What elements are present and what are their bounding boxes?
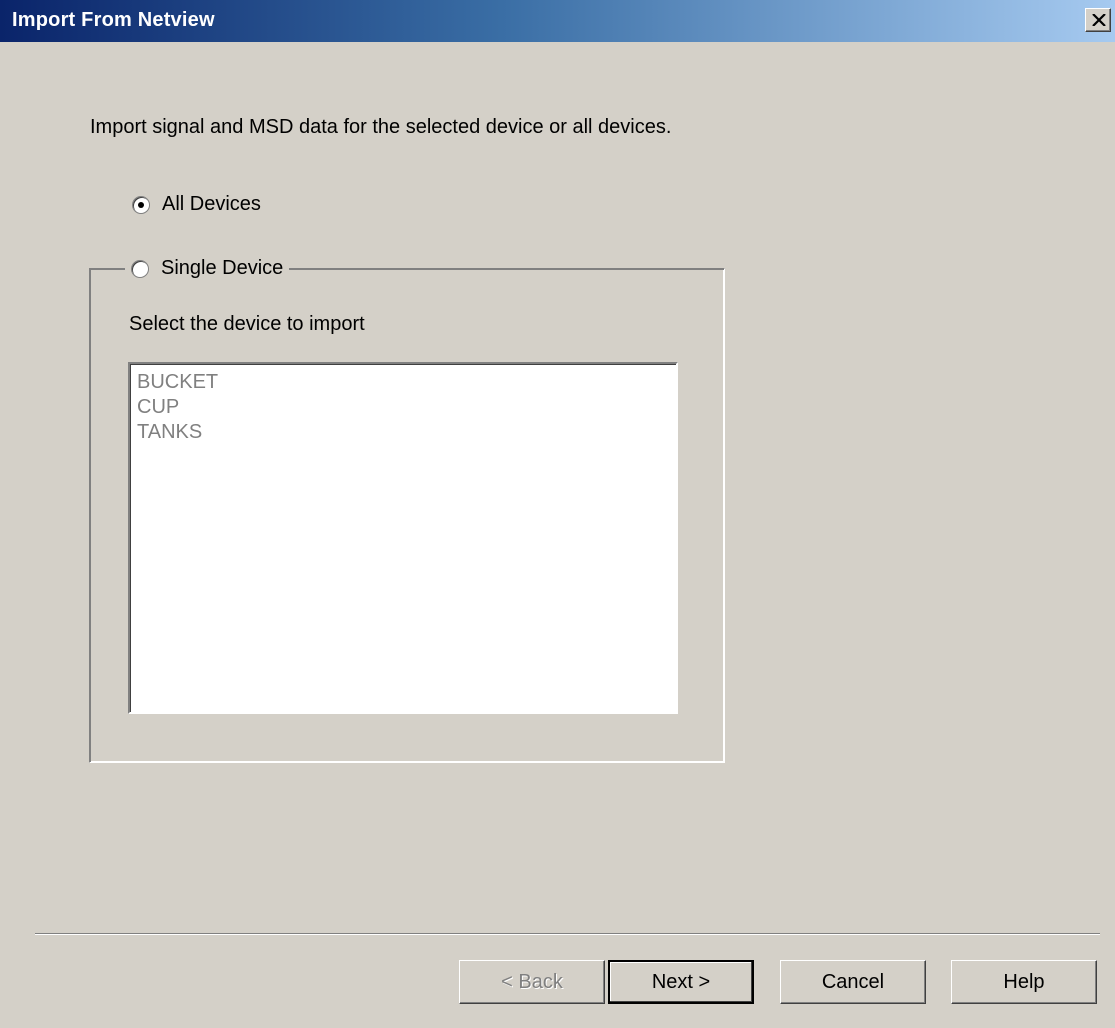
- close-icon: [1092, 14, 1106, 26]
- radio-selected-dot: [138, 201, 144, 208]
- title-bar[interactable]: Import From Netview: [0, 0, 1115, 42]
- list-item[interactable]: TANKS: [137, 420, 676, 445]
- window-title: Import From Netview: [12, 9, 215, 31]
- help-button[interactable]: Help: [951, 960, 1097, 1004]
- radio-all-devices[interactable]: All Devices: [132, 193, 267, 216]
- radio-button-icon[interactable]: [131, 259, 149, 278]
- close-button[interactable]: [1085, 8, 1111, 32]
- cancel-button[interactable]: Cancel: [780, 960, 926, 1004]
- next-button[interactable]: Next >: [608, 960, 754, 1004]
- list-item[interactable]: CUP: [137, 395, 676, 420]
- device-listbox[interactable]: BUCKET CUP TANKS: [128, 362, 678, 714]
- device-select-prompt: Select the device to import: [129, 313, 365, 335]
- button-separator: [35, 933, 1100, 935]
- list-item[interactable]: BUCKET: [137, 370, 676, 395]
- radio-button-icon[interactable]: [132, 195, 150, 214]
- radio-all-devices-label: All Devices: [162, 193, 261, 215]
- import-dialog: Import From Netview Import signal and MS…: [0, 0, 1115, 1028]
- intro-text: Import signal and MSD data for the selec…: [90, 116, 672, 138]
- back-button[interactable]: < Back: [459, 960, 605, 1004]
- radio-single-device[interactable]: Single Device: [125, 257, 290, 280]
- radio-single-device-label: Single Device: [161, 257, 284, 279]
